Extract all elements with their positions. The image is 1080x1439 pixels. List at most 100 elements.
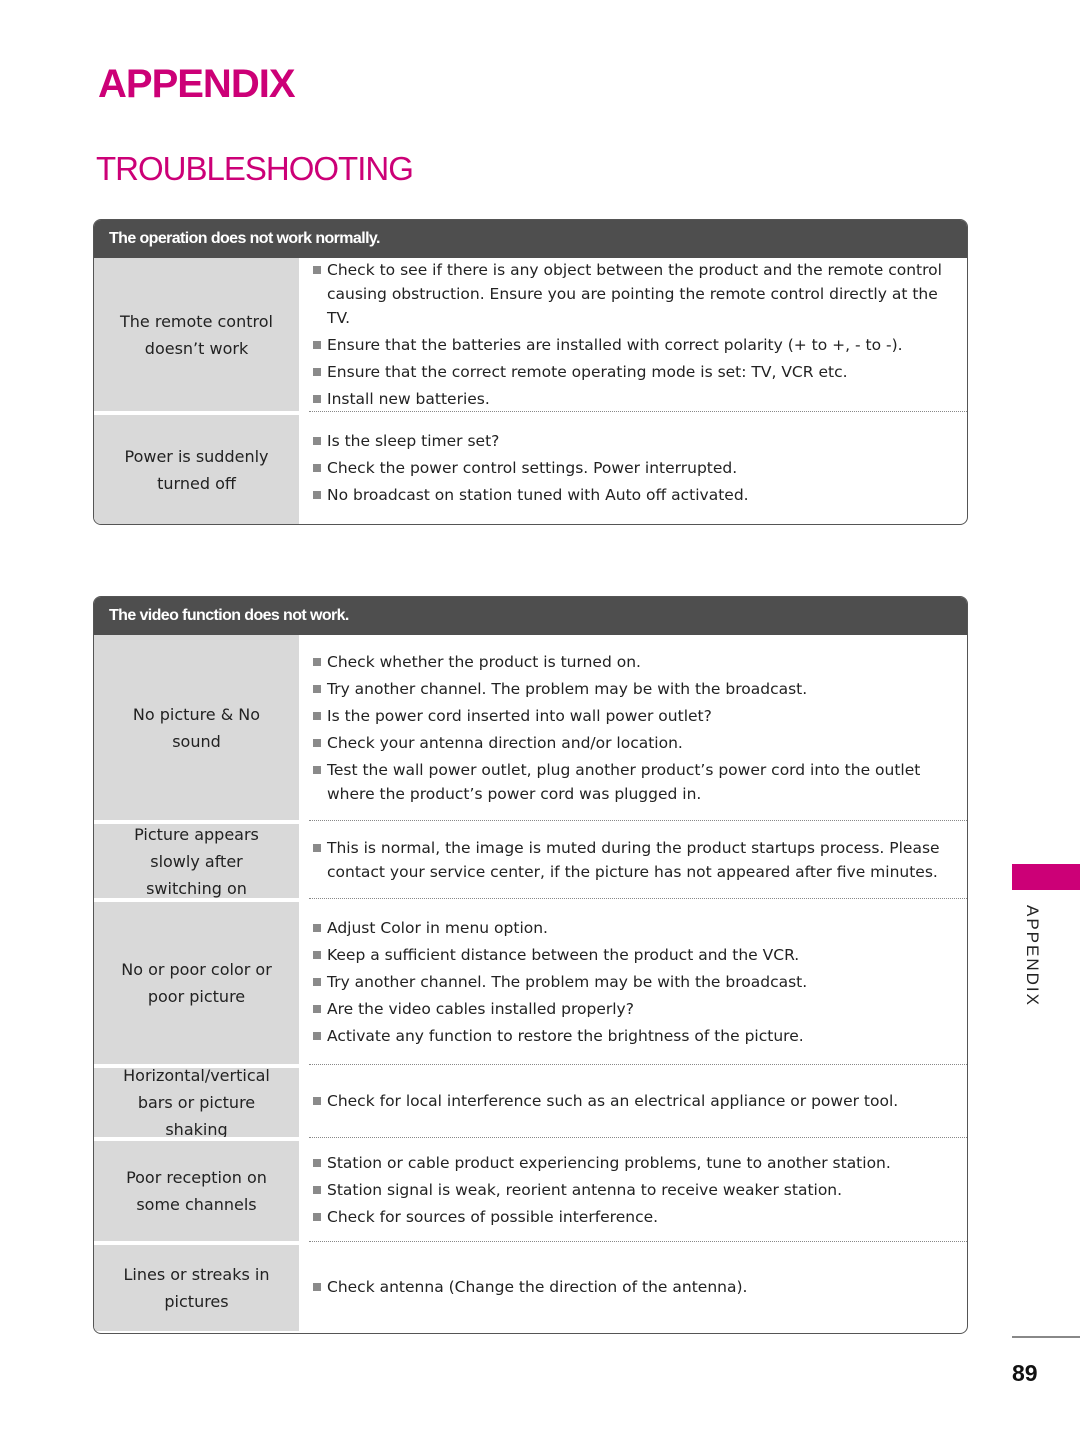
solution-item: Keep a sufficient distance between the p… — [313, 943, 957, 967]
problem-text: No or poor color or poor picture — [121, 960, 272, 1006]
solution-item: Check the power control settings. Power … — [313, 456, 957, 480]
solution-item: Is the power cord inserted into wall pow… — [313, 704, 957, 728]
page-number: 89 — [1012, 1360, 1038, 1386]
solution-item: Check your antenna direction and/or loca… — [313, 731, 957, 755]
table-row: Lines or streaks in pictures Check antenn… — [94, 1241, 967, 1331]
solution-item: This is normal, the image is muted durin… — [313, 836, 957, 884]
solutions-cell: Check for local interference such as an … — [309, 1064, 967, 1137]
solution-text: Is the power cord inserted into wall pow… — [327, 706, 712, 725]
solution-text: Try another channel. The problem may be … — [327, 679, 808, 698]
problem-text: Horizontal/vertical bars or picture shak… — [123, 1066, 270, 1139]
solution-item: Ensure that the batteries are installed … — [313, 333, 957, 357]
square-bullet-icon — [313, 711, 321, 720]
solution-text: Check whether the product is turned on. — [327, 652, 641, 671]
solution-item: Check for local interference such as an … — [313, 1089, 957, 1113]
solution-text: Is the sleep timer set? — [327, 432, 500, 450]
square-bullet-icon — [313, 491, 321, 499]
solution-text: This is normal, the image is muted durin… — [327, 838, 940, 881]
square-bullet-icon — [313, 1004, 321, 1013]
table-row: Poor reception on some channels Station o… — [94, 1137, 967, 1241]
solution-text: Check antenna (Change the direction of t… — [327, 1277, 748, 1296]
table-row: Picture appears slowly after switching o… — [94, 820, 967, 898]
solution-text: Station or cable product experiencing pr… — [327, 1153, 891, 1172]
solution-text: Are the video cables installed properly? — [327, 999, 634, 1018]
solution-item: Check for sources of possible interferen… — [313, 1205, 957, 1229]
square-bullet-icon — [313, 843, 321, 852]
solution-text: Ensure that the batteries are installed … — [327, 336, 903, 354]
square-bullet-icon — [313, 266, 321, 274]
problem-cell: Power is suddenly turned off — [94, 411, 299, 524]
solution-text: Check to see if there is any object betw… — [327, 261, 942, 327]
square-bullet-icon — [313, 1097, 321, 1105]
square-bullet-icon — [313, 1158, 321, 1167]
square-bullet-icon — [313, 738, 321, 747]
problem-cell: No or poor color or poor picture — [94, 898, 299, 1064]
problem-cell: Horizontal/vertical bars or picture shak… — [94, 1064, 299, 1139]
solution-item: Install new batteries. — [313, 387, 957, 411]
table-row: No or poor color or poor picture Adjust C… — [94, 898, 967, 1064]
problem-cell: No picture & No sound — [94, 635, 299, 820]
square-bullet-icon — [313, 923, 321, 932]
solution-text: Check for sources of possible interferen… — [327, 1207, 659, 1226]
solution-item: Are the video cables installed properly? — [313, 997, 957, 1021]
table-header: The operation does not work normally. — [94, 220, 967, 258]
solutions-cell: Check to see if there is any object betw… — [299, 258, 967, 411]
solution-text: Try another channel. The problem may be … — [327, 972, 808, 991]
solution-item: No broadcast on station tuned with Auto … — [313, 483, 957, 507]
side-tab-label: APPENDIX — [1023, 905, 1042, 1007]
solution-item: Station signal is weak, reorient antenna… — [313, 1178, 957, 1202]
square-bullet-icon — [313, 657, 321, 666]
solution-text: Check the power control settings. Power … — [327, 459, 738, 477]
solution-item: Is the sleep timer set? — [313, 429, 957, 453]
solutions-cell: Is the sleep timer set? Check the power c… — [309, 411, 967, 524]
square-bullet-icon — [313, 977, 321, 986]
page-number-rule — [1012, 1336, 1080, 1338]
solution-text: Ensure that the correct remote operating… — [327, 363, 848, 381]
square-bullet-icon — [313, 341, 321, 349]
solution-text: Keep a sufficient distance between the p… — [327, 945, 800, 964]
solution-item: Check antenna (Change the direction of t… — [313, 1275, 957, 1299]
troubleshooting-table-video: The video function does not work. No pic… — [93, 596, 968, 1334]
square-bullet-icon — [313, 368, 321, 376]
table-row: The remote control doesn’t work Check to … — [94, 258, 967, 411]
solution-text: Adjust Color in menu option. — [327, 918, 548, 937]
solution-text: Station signal is weak, reorient antenna… — [327, 1180, 843, 1199]
solutions-cell: Station or cable product experiencing pr… — [309, 1137, 967, 1241]
solution-text: Activate any function to restore the bri… — [327, 1026, 804, 1045]
solution-item: Test the wall power outlet, plug another… — [313, 758, 957, 806]
square-bullet-icon — [313, 950, 321, 959]
square-bullet-icon — [313, 437, 321, 445]
solutions-cell: Adjust Color in menu option. Keep a suffi… — [309, 898, 967, 1064]
solution-text: Test the wall power outlet, plug another… — [327, 760, 921, 803]
page-title: APPENDIX — [98, 62, 295, 106]
problem-text: The remote control doesn’t work — [120, 311, 273, 358]
table-row: No picture & No sound Check whether the p… — [94, 635, 967, 820]
problem-cell: The remote control doesn’t work — [94, 258, 299, 411]
square-bullet-icon — [313, 1212, 321, 1221]
solutions-cell: Check whether the product is turned on. T… — [299, 635, 967, 820]
solution-item: Try another channel. The problem may be … — [313, 970, 957, 994]
section-tab-marker — [1012, 864, 1080, 890]
problem-text: Power is suddenly turned off — [124, 446, 269, 493]
solution-item: Adjust Color in menu option. — [313, 916, 957, 940]
square-bullet-icon — [313, 765, 321, 774]
square-bullet-icon — [313, 1185, 321, 1194]
table-row: Power is suddenly turned off Is the sleep… — [94, 411, 967, 524]
square-bullet-icon — [313, 684, 321, 693]
problem-text: Lines or streaks in pictures — [123, 1265, 270, 1311]
problem-cell: Poor reception on some channels — [94, 1137, 299, 1241]
troubleshooting-table-operation: The operation does not work normally. Th… — [93, 219, 968, 525]
square-bullet-icon — [313, 464, 321, 472]
square-bullet-icon — [313, 1031, 321, 1040]
problem-cell: Lines or streaks in pictures — [94, 1241, 299, 1331]
problem-text: Picture appears slowly after switching o… — [134, 824, 259, 898]
solution-text: Check your antenna direction and/or loca… — [327, 733, 683, 752]
section-title: TROUBLESHOOTING — [96, 150, 414, 187]
solution-item: Check to see if there is any object betw… — [313, 258, 957, 330]
problem-cell: Picture appears slowly after switching o… — [94, 820, 299, 898]
solution-text: Check for local interference such as an … — [327, 1092, 899, 1110]
square-bullet-icon — [313, 1282, 321, 1291]
solution-item: Check whether the product is turned on. — [313, 650, 957, 674]
solutions-cell: This is normal, the image is muted durin… — [309, 820, 967, 898]
solution-text: Install new batteries. — [327, 390, 490, 408]
